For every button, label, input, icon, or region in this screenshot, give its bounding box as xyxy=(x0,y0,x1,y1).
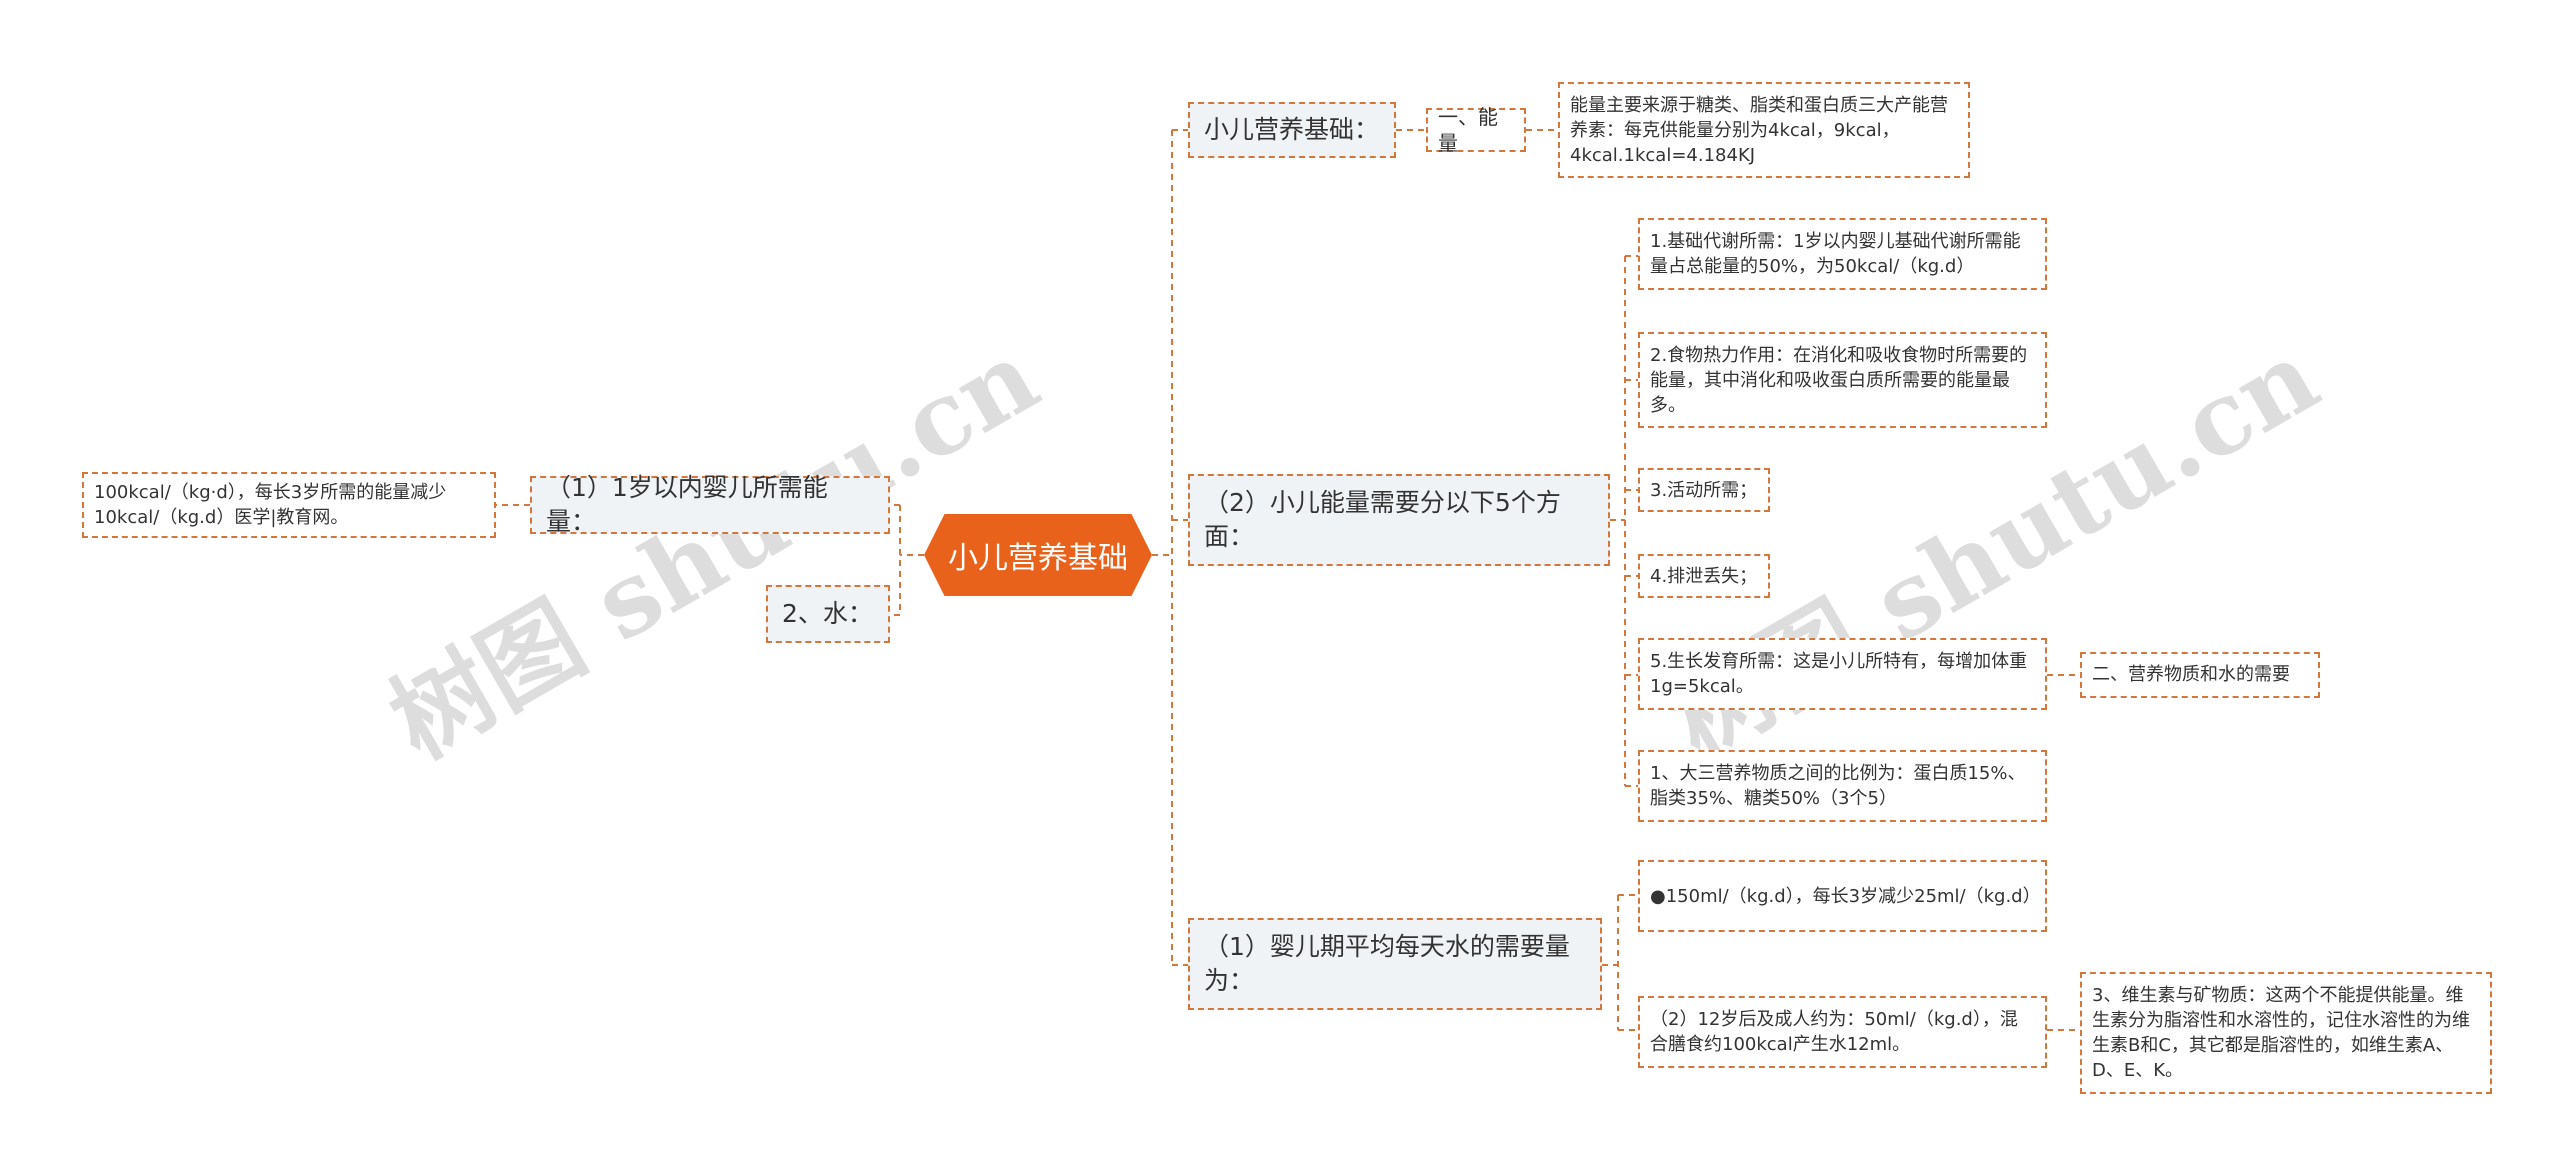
node-water-item-1[interactable]: ●150ml/（kg.d），每长3岁减少25ml/（kg.d） xyxy=(1638,860,2047,932)
node-macronutrient-ratio[interactable]: 1、大三营养物质之间的比例为：蛋白质15%、脂类35%、糖类50%（3个5） xyxy=(1638,750,2047,822)
node-energy-detail[interactable]: 能量主要来源于糖类、脂类和蛋白质三大产能营养素：每克供能量分别为4kcal，9k… xyxy=(1558,82,1970,178)
node-energy[interactable]: 一、能量 xyxy=(1426,105,1526,155)
node-energy-item-5[interactable]: 5.生长发育所需：这是小儿所特有，每增加体重1g=5kcal。 xyxy=(1638,638,2047,710)
node-energy-under1-detail[interactable]: 100kcal/（kg·d），每长3岁所需的能量减少10kcal/（kg.d）医… xyxy=(82,472,496,538)
node-water-item-2[interactable]: （2）12岁后及成人约为：50ml/（kg.d），混合膳食约100kcal产生水… xyxy=(1638,996,2047,1068)
node-nutrition-basics[interactable]: 小儿营养基础： xyxy=(1188,102,1396,158)
node-nutrients-water[interactable]: 二、营养物质和水的需要 xyxy=(2080,652,2320,698)
connector-root-right xyxy=(1152,130,1173,965)
connector-energy-items xyxy=(1610,256,1626,786)
node-vitamins-minerals[interactable]: 3、维生素与矿物质：这两个不能提供能量。维生素分为脂溶性和水溶性的，记住水溶性的… xyxy=(2080,972,2492,1094)
node-water[interactable]: 2、水： xyxy=(766,585,890,643)
node-energy-item-2[interactable]: 2.食物热力作用：在消化和吸收食物时所需要的能量，其中消化和吸收蛋白质所需要的能… xyxy=(1638,332,2047,428)
node-energy-item-3[interactable]: 3.活动所需； xyxy=(1638,468,1770,512)
connector-water-items xyxy=(1602,895,1619,1030)
root-node[interactable]: 小儿营养基础 xyxy=(924,514,1152,596)
connector-root-left xyxy=(899,505,924,615)
mind-map: 树图 shutu.cn 树图 shutu.cn 小儿营养基础 （1）1岁以内婴儿… xyxy=(0,0,2560,1169)
node-energy-item-1[interactable]: 1.基础代谢所需：1岁以内婴儿基础代谢所需能量占总能量的50%，为50kcal/… xyxy=(1638,218,2047,290)
node-energy-needs[interactable]: （2）小儿能量需要分以下5个方面： xyxy=(1188,474,1610,566)
node-energy-under1[interactable]: （1）1岁以内婴儿所需能量： xyxy=(530,473,890,536)
node-water-needs[interactable]: （1）婴儿期平均每天水的需要量为： xyxy=(1188,918,1602,1010)
node-energy-item-4[interactable]: 4.排泄丢失； xyxy=(1638,554,1770,598)
